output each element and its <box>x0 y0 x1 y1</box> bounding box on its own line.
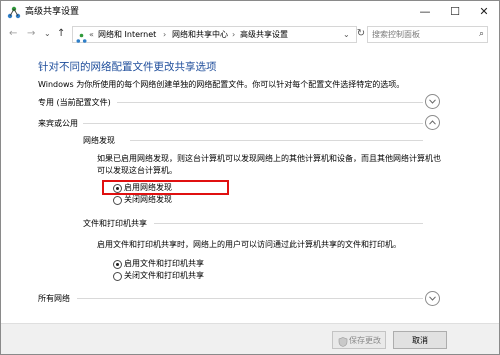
footer-bar: 保存更改 取消 <box>1 323 499 354</box>
profile-all-networks-label[interactable]: 所有网络 <box>38 293 70 304</box>
title-bar: 高级共享设置 — ☐ ✕ <box>1 1 499 23</box>
breadcrumb-item[interactable]: 网络和 Internet <box>98 28 156 41</box>
recent-locations-dropdown[interactable]: ⌄ <box>44 28 51 40</box>
save-changes-button[interactable]: 保存更改 <box>332 331 386 349</box>
network-sharing-icon <box>7 5 21 19</box>
file-printer-sharing-description: 启用文件和打印机共享时，网络上的用户可以访问通过此计算机共享的文件和打印机。 <box>97 240 401 249</box>
expand-private-button[interactable] <box>425 94 440 109</box>
chevron-up-icon <box>429 120 436 125</box>
divider <box>83 123 423 124</box>
chevron-down-icon <box>429 99 436 104</box>
advanced-sharing-settings-window: 高级共享设置 — ☐ ✕ ← → ⌄ ↑ « 网络和 Internet › 网络… <box>0 0 500 355</box>
forward-button[interactable]: → <box>27 28 35 40</box>
disable-file-printer-sharing-radio[interactable] <box>113 272 122 281</box>
control-panel-icon <box>76 29 87 43</box>
network-discovery-description: 如果已启用网络发现，则这台计算机可以发现网络上的其他计算机和设备，而且其他网络计… <box>97 154 441 163</box>
maximize-button[interactable]: ☐ <box>440 1 470 23</box>
refresh-button[interactable]: ↻ <box>354 26 368 41</box>
maximize-icon: ☐ <box>450 5 460 18</box>
uac-shield-icon <box>338 336 348 347</box>
network-discovery-title: 网络发现 <box>83 136 115 145</box>
expand-all-networks-button[interactable] <box>425 291 440 306</box>
close-button[interactable]: ✕ <box>469 1 499 23</box>
search-icon: ⌕ <box>478 29 484 39</box>
search-box[interactable]: 搜索控制面板 ⌕ <box>367 26 488 43</box>
divider <box>154 223 423 224</box>
divider <box>77 298 423 299</box>
highlight-box <box>102 180 229 195</box>
minimize-icon: — <box>419 5 431 18</box>
enable-file-printer-sharing-radio[interactable] <box>113 260 122 269</box>
disable-network-discovery-radio[interactable] <box>113 196 122 205</box>
breadcrumb-separator[interactable]: › <box>163 28 166 41</box>
breadcrumb-item[interactable]: 高级共享设置 <box>240 28 288 41</box>
breadcrumb-item[interactable]: 网络和共享中心 <box>172 28 228 41</box>
up-button[interactable]: ↑ <box>57 28 65 40</box>
page-description: Windows 为你所使用的每个网络创建单独的网络配置文件。你可以针对每个配置文… <box>38 80 405 89</box>
collapse-public-button[interactable] <box>425 115 440 130</box>
breadcrumb-separator[interactable]: › <box>232 28 235 41</box>
search-input[interactable]: 搜索控制面板 <box>372 28 420 41</box>
enable-file-printer-sharing-label[interactable]: 启用文件和打印机共享 <box>124 258 204 269</box>
divider <box>117 102 423 103</box>
divider <box>130 140 423 141</box>
minimize-button[interactable]: — <box>410 1 440 23</box>
address-dropdown-icon[interactable]: ⌄ <box>343 28 350 41</box>
window-title: 高级共享设置 <box>25 7 80 17</box>
address-row: ← → ⌄ ↑ « 网络和 Internet › 网络和共享中心 › 高级共享设… <box>1 23 499 45</box>
disable-network-discovery-label[interactable]: 关闭网络发现 <box>124 194 172 205</box>
address-bar[interactable]: « 网络和 Internet › 网络和共享中心 › 高级共享设置 ⌄ <box>72 26 357 43</box>
network-discovery-description: 可以发现这台计算机。 <box>97 166 177 175</box>
breadcrumb-overflow[interactable]: « <box>89 28 94 41</box>
disable-file-printer-sharing-label[interactable]: 关闭文件和打印机共享 <box>124 270 204 281</box>
profile-public-label[interactable]: 来宾或公用 <box>38 118 78 129</box>
profile-private-label[interactable]: 专用 (当前配置文件) <box>38 97 111 108</box>
close-icon: ✕ <box>479 5 489 18</box>
back-button[interactable]: ← <box>9 28 17 40</box>
chevron-down-icon <box>429 296 436 301</box>
page-title: 针对不同的网络配置文件更改共享选项 <box>38 61 217 73</box>
cancel-button[interactable]: 取消 <box>393 331 447 349</box>
file-printer-sharing-title: 文件和打印机共享 <box>83 219 147 228</box>
